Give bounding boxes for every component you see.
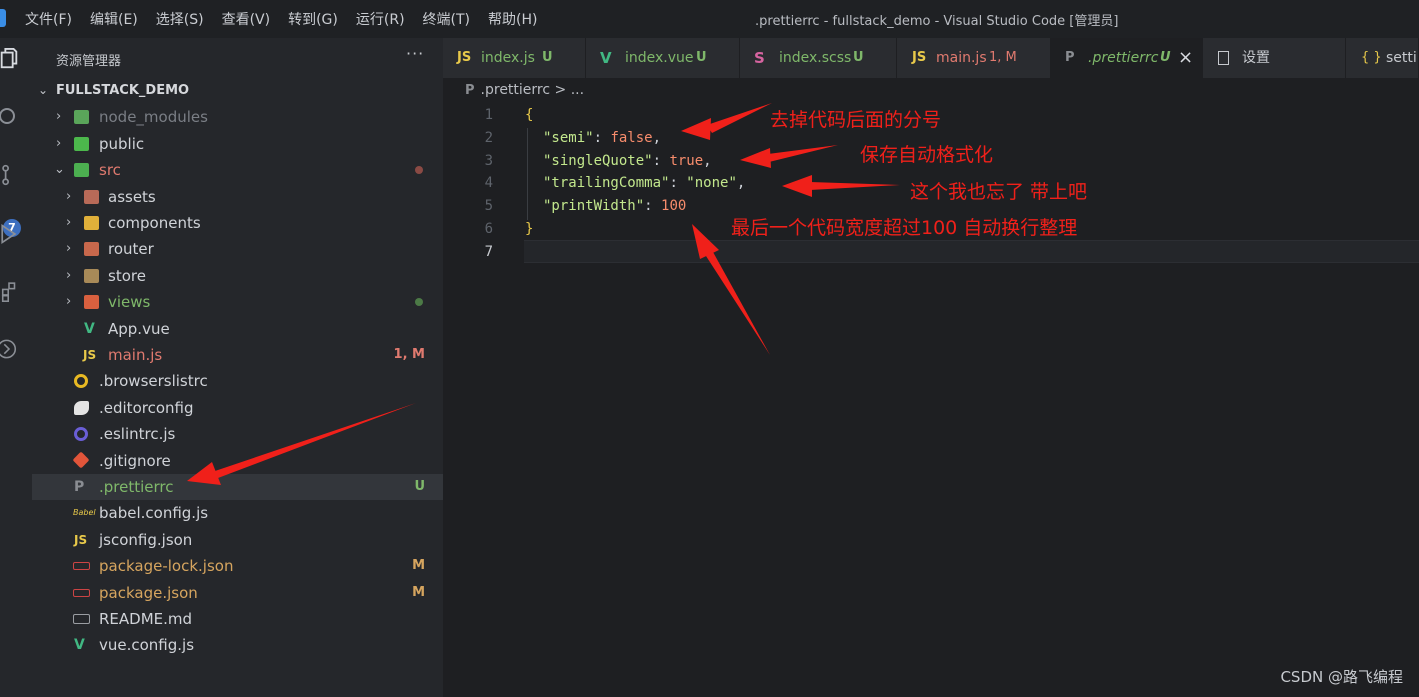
watermark: CSDN @路飞编程 bbox=[1280, 668, 1403, 686]
arrow-prettierrc-head bbox=[187, 462, 221, 485]
arrow-prettierrc bbox=[215, 403, 416, 478]
arrow-width-head bbox=[692, 224, 719, 259]
arrow-semi-head bbox=[681, 118, 711, 140]
arrow-width bbox=[706, 252, 770, 355]
arrow-comma-head bbox=[782, 175, 812, 197]
arrow-semi bbox=[707, 103, 772, 133]
arrow-quote-head bbox=[740, 148, 771, 168]
annotation-arrows bbox=[187, 103, 900, 485]
arrow-comma bbox=[810, 182, 900, 190]
arrow-quote bbox=[768, 145, 838, 162]
